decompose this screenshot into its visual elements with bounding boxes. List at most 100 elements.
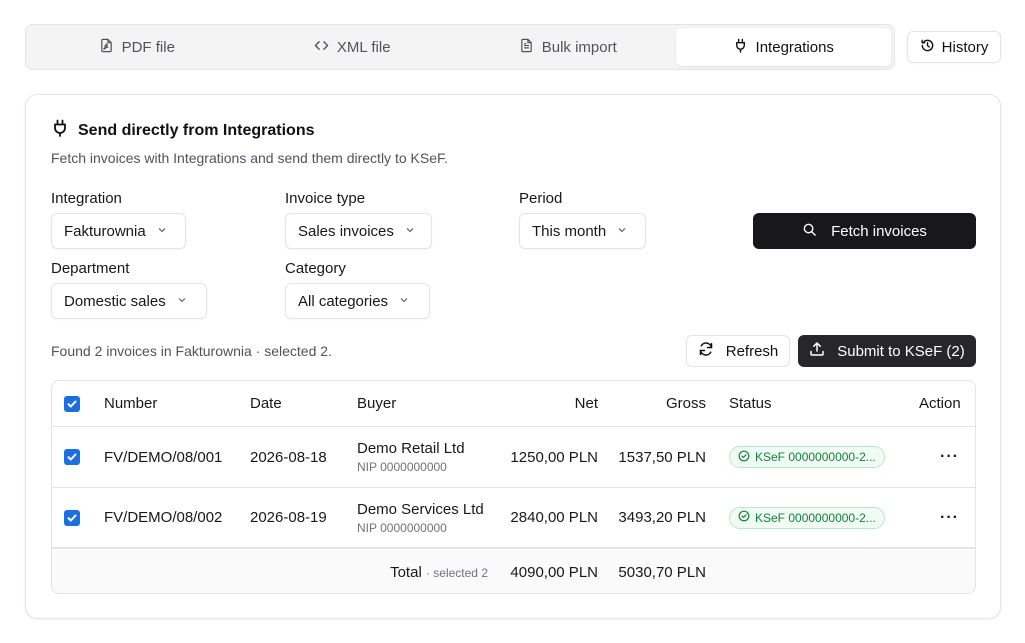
chevron-down-icon [176, 293, 188, 310]
file-list-icon [519, 38, 534, 57]
upload-icon [809, 341, 825, 361]
column-header-gross[interactable]: Gross [622, 381, 706, 426]
tab-label: Bulk import [541, 38, 617, 56]
invoice-date: 2026-08-18 [250, 448, 327, 466]
buyer-cell: Demo Services Ltd NIP 0000000000 [357, 488, 484, 547]
tab-label: XML file [336, 38, 391, 56]
net-amount: 1250,00 PLN [510, 448, 598, 466]
card-subtitle: Fetch invoices with Integrations and sen… [51, 150, 448, 166]
tab-pdf-file[interactable]: PDF file [29, 28, 245, 66]
history-label: History [941, 38, 989, 56]
status-badge: KSeF 0000000000-2... [729, 506, 885, 529]
table-header-row: Number Date Buyer Net Gross Status Actio… [52, 381, 975, 427]
tab-label: PDF file [121, 38, 175, 56]
plug-icon [733, 38, 748, 57]
tab-label: Integrations [755, 38, 834, 56]
tab-integrations[interactable]: Integrations [675, 28, 891, 66]
buyer-cell: Demo Retail Ltd NIP 0000000000 [357, 427, 465, 487]
column-header-net[interactable]: Net [522, 381, 598, 426]
period-label: Period [519, 190, 563, 207]
history-icon [920, 38, 935, 57]
invoice-type-label: Invoice type [285, 190, 366, 207]
invoice-number: FV/DEMO/08/002 [104, 509, 223, 526]
invoice-type-value: Sales invoices [298, 222, 394, 240]
row-checkbox[interactable] [64, 488, 80, 547]
period-select[interactable]: This month [519, 213, 646, 249]
department-value: Domestic sales [64, 292, 166, 310]
status-badge: KSeF 0000000000-2... [729, 446, 885, 468]
refresh-button[interactable]: Refresh [686, 335, 790, 367]
category-select[interactable]: All categories [285, 283, 430, 319]
total-label-cell: Total · selected 2 [298, 550, 488, 593]
department-label: Department [51, 260, 130, 277]
submit-to-ksef-label: Submit to KSeF (2) [837, 342, 965, 360]
found-summary: Found 2 invoices in Fakturownia · select… [51, 343, 332, 359]
check-circle-icon [738, 450, 750, 465]
status-cell: KSeF 0000000000-2... [729, 427, 885, 487]
total-net: 4090,00 PLN [510, 564, 598, 581]
table-total-row: Total · selected 2 4090,00 PLN 5030,70 P… [52, 550, 975, 593]
row-checkbox[interactable] [64, 427, 80, 487]
category-value: All categories [298, 292, 389, 310]
checkbox-checked-icon [64, 395, 80, 412]
integration-select[interactable]: Fakturownia [51, 213, 186, 249]
department-select[interactable]: Domestic sales [51, 283, 207, 319]
total-gross: 5030,70 PLN [618, 564, 706, 581]
checkbox-checked-icon [64, 509, 80, 526]
table-row[interactable]: FV/DEMO/08/001 2026-08-18 Demo Retail Lt… [52, 427, 975, 488]
gross-amount: 3493,20 PLN [618, 509, 706, 526]
fetch-invoices-button[interactable]: Fetch invoices [753, 213, 976, 249]
invoice-type-select[interactable]: Sales invoices [285, 213, 432, 249]
buyer-nip: NIP 0000000000 [357, 520, 447, 535]
category-label: Category [285, 260, 346, 277]
buyer-name: Demo Retail Ltd [357, 440, 465, 457]
import-source-tabs: PDF file XML file Bulk import Integratio… [25, 24, 895, 70]
column-header-status[interactable]: Status [729, 381, 772, 426]
found-text: Found 2 invoices in Fakturownia [51, 343, 252, 359]
total-selected-count: · selected 2 [425, 566, 488, 580]
column-header-action: Action [919, 395, 961, 412]
chevron-down-icon [156, 223, 168, 240]
buyer-name: Demo Services Ltd [357, 500, 484, 518]
more-horizontal-icon: ··· [940, 448, 959, 465]
tab-xml-file[interactable]: XML file [245, 28, 461, 66]
column-header-date[interactable]: Date [250, 381, 282, 426]
gross-amount: 1537,50 PLN [618, 448, 706, 466]
chevron-down-icon [398, 293, 410, 310]
integration-label: Integration [51, 190, 122, 207]
submit-to-ksef-button[interactable]: Submit to KSeF (2) [798, 335, 976, 367]
more-horizontal-icon: ··· [940, 508, 959, 526]
card-title-text: Send directly from Integrations [78, 121, 315, 139]
row-actions-menu[interactable]: ··· [940, 427, 959, 487]
period-value: This month [532, 222, 607, 240]
integrations-card: Send directly from Integrations Fetch in… [25, 94, 1001, 619]
card-title: Send directly from Integrations [52, 119, 314, 142]
invoice-number: FV/DEMO/08/001 [104, 448, 223, 466]
refresh-icon [698, 341, 714, 361]
chevron-down-icon [404, 223, 416, 240]
column-header-number[interactable]: Number [104, 381, 157, 426]
row-actions-menu[interactable]: ··· [940, 488, 959, 547]
tab-bulk-import[interactable]: Bulk import [460, 28, 676, 66]
fetch-invoices-label: Fetch invoices [831, 222, 927, 240]
table-row[interactable]: FV/DEMO/08/002 2026-08-19 Demo Services … [52, 488, 975, 549]
chevron-down-icon [616, 223, 628, 240]
plug-icon [52, 119, 68, 142]
file-pdf-icon [99, 38, 114, 57]
invoices-table: Number Date Buyer Net Gross Status Actio… [51, 380, 976, 594]
buyer-nip: NIP 0000000000 [357, 460, 447, 474]
checkbox-checked-icon [64, 449, 80, 465]
status-cell: KSeF 0000000000-2... [729, 488, 885, 547]
net-amount: 2840,00 PLN [510, 509, 598, 526]
code-icon [314, 38, 329, 57]
selected-count-text: · selected 2. [255, 343, 332, 359]
check-circle-icon [738, 510, 750, 525]
invoice-date: 2026-08-19 [250, 509, 327, 526]
refresh-label: Refresh [725, 342, 779, 360]
select-all-checkbox[interactable] [64, 381, 80, 426]
integration-value: Fakturownia [64, 222, 146, 240]
total-label: Total [390, 564, 422, 581]
status-text: KSeF 0000000000-2... [755, 510, 876, 525]
history-button[interactable]: History [907, 31, 1001, 63]
column-header-buyer[interactable]: Buyer [357, 381, 396, 426]
